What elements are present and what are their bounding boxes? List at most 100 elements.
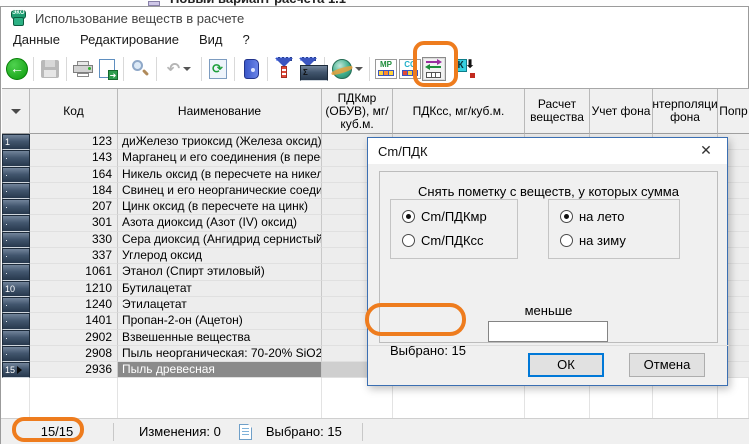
status-divider xyxy=(113,423,114,441)
save-icon xyxy=(41,60,59,78)
mp-button[interactable]: MP xyxy=(374,57,398,81)
row-marker[interactable]: · xyxy=(2,150,30,166)
row-marker[interactable]: · xyxy=(2,215,30,231)
row-marker[interactable]: · xyxy=(2,183,30,199)
cell-name[interactable]: Марганец и его соединения (в пересчете н xyxy=(118,150,322,166)
print-icon xyxy=(73,61,93,77)
filter-sum-button[interactable]: Σ xyxy=(296,57,320,81)
cell-name[interactable]: диЖелезо триоксид (Железа оксид) (в пере xyxy=(118,134,322,150)
cell-code[interactable]: 1240 xyxy=(30,297,118,313)
toolbar-separator xyxy=(267,57,268,81)
row-marker[interactable]: 1 xyxy=(2,134,30,150)
cell-name[interactable]: Этилацетат xyxy=(118,297,322,313)
cell-code[interactable]: 2902 xyxy=(30,330,118,346)
menu-data[interactable]: Данные xyxy=(3,30,70,49)
menu-edit[interactable]: Редактирование xyxy=(70,30,189,49)
radio-icon xyxy=(402,210,415,223)
column-header-correction[interactable]: Попр xyxy=(718,89,749,134)
row-marker[interactable]: · xyxy=(2,199,30,215)
cell-name[interactable]: Углерод оксид xyxy=(118,248,322,264)
column-header-interpolation[interactable]: нтерполяци фона xyxy=(653,89,718,134)
cell-code[interactable]: 337 xyxy=(30,248,118,264)
less-input[interactable] xyxy=(488,321,608,342)
radio-icon xyxy=(402,234,415,247)
cell-code[interactable]: 301 xyxy=(30,215,118,231)
column-header-background[interactable]: Учет фона xyxy=(590,89,653,134)
current-row-arrow-icon xyxy=(17,366,22,374)
row-marker[interactable]: · xyxy=(2,313,30,329)
app-eco-icon: ЭКО xyxy=(10,10,27,26)
undo-button[interactable]: ↶ xyxy=(161,57,197,81)
cell-code[interactable]: 1210 xyxy=(30,281,118,297)
column-header-name[interactable]: Наименование xyxy=(118,89,322,134)
cell-code[interactable]: 207 xyxy=(30,199,118,215)
chevron-down-icon xyxy=(355,67,363,71)
dialog-title: Cm/ПДК xyxy=(368,138,727,164)
radio-cm-pdkmr[interactable]: Cm/ПДКмр xyxy=(402,209,517,224)
radio-icon xyxy=(560,234,573,247)
row-marker[interactable]: · xyxy=(2,330,30,346)
cell-name[interactable]: Пыль неорганическая: 70-20% SiO2 xyxy=(118,346,322,362)
cell-name[interactable]: Сера диоксид (Ангидрид сернистый) xyxy=(118,232,322,248)
cell-code[interactable]: 2908 xyxy=(30,346,118,362)
menu-help[interactable]: ? xyxy=(233,30,260,49)
row-marker[interactable]: · xyxy=(2,232,30,248)
cell-name[interactable]: Никель оксид (в пересчете на никель) xyxy=(118,167,322,183)
dialog-separator xyxy=(368,345,729,346)
globe-button[interactable] xyxy=(329,57,365,81)
cell-code[interactable]: 2936 xyxy=(30,362,118,378)
cell-code[interactable]: 330 xyxy=(30,232,118,248)
cell-code[interactable]: 1401 xyxy=(30,313,118,329)
print-button[interactable] xyxy=(71,57,95,81)
radio-summer[interactable]: на лето xyxy=(560,209,679,224)
filter-sum-icon: Σ xyxy=(299,58,317,79)
k-constants-button[interactable]: К⬇ xyxy=(454,57,478,81)
status-selected: Выбрано: 15 xyxy=(266,424,342,439)
toolbar: ➜ ↶ Σ MP СС К⬇ xyxy=(1,49,748,88)
cancel-button[interactable]: Отмена xyxy=(629,353,705,377)
cell-name[interactable]: Пропан-2-он (Ацетон) xyxy=(118,313,322,329)
cell-code[interactable]: 184 xyxy=(30,183,118,199)
search-icon xyxy=(130,59,150,79)
notebook-button[interactable] xyxy=(239,57,263,81)
column-header-pdkss[interactable]: ПДКсс, мг/куб.м. xyxy=(393,89,525,134)
menu-view[interactable]: Вид xyxy=(189,30,233,49)
column-header-pdkmr[interactable]: ПДКмр (ОБУВ), мг/куб.м. xyxy=(322,89,393,134)
cell-name[interactable]: Взвешенные вещества xyxy=(118,330,322,346)
row-marker[interactable]: 10 xyxy=(2,281,30,297)
cc-button[interactable]: СС xyxy=(398,57,422,81)
cell-name[interactable]: Бутилацетат xyxy=(118,281,322,297)
cell-code[interactable]: 1061 xyxy=(30,264,118,280)
column-menu-button[interactable] xyxy=(2,89,30,134)
cc-icon: СС xyxy=(399,59,421,79)
ok-button[interactable]: ОК xyxy=(528,353,604,377)
row-marker[interactable]: · xyxy=(2,167,30,183)
row-marker[interactable]: 15 xyxy=(2,362,30,378)
row-marker[interactable]: · xyxy=(2,346,30,362)
toolbar-separator xyxy=(369,57,370,81)
cell-name[interactable]: Цинк оксид (в пересчете на цинк) xyxy=(118,199,322,215)
row-marker[interactable]: · xyxy=(2,248,30,264)
refresh-button[interactable] xyxy=(206,57,230,81)
radio-cm-pdkss[interactable]: Cm/ПДКсс xyxy=(402,233,517,248)
cell-code[interactable]: 143 xyxy=(30,150,118,166)
cell-name[interactable]: Этанол (Спирт этиловый) xyxy=(118,264,322,280)
cell-code[interactable]: 123 xyxy=(30,134,118,150)
column-header-code[interactable]: Код xyxy=(30,89,118,134)
sum-pdk-table-button[interactable] xyxy=(422,57,446,81)
cell-name[interactable]: Пыль древесная xyxy=(118,362,322,378)
close-icon[interactable]: ✕ xyxy=(693,140,719,160)
save-button[interactable] xyxy=(38,57,62,81)
row-marker[interactable]: · xyxy=(2,297,30,313)
cell-name[interactable]: Свинец и его неорганические соединения xyxy=(118,183,322,199)
search-button[interactable] xyxy=(128,57,152,81)
back-button[interactable] xyxy=(5,57,29,81)
cell-code[interactable]: 164 xyxy=(30,167,118,183)
status-counter: 15/15 xyxy=(1,424,113,439)
row-marker[interactable]: · xyxy=(2,264,30,280)
export-button[interactable]: ➜ xyxy=(95,57,119,81)
cell-name[interactable]: Азота диоксид (Азот (IV) оксид) xyxy=(118,215,322,231)
column-header-calc[interactable]: Расчет вещества xyxy=(525,89,590,134)
filter-button[interactable] xyxy=(272,57,296,81)
radio-winter[interactable]: на зиму xyxy=(560,233,679,248)
